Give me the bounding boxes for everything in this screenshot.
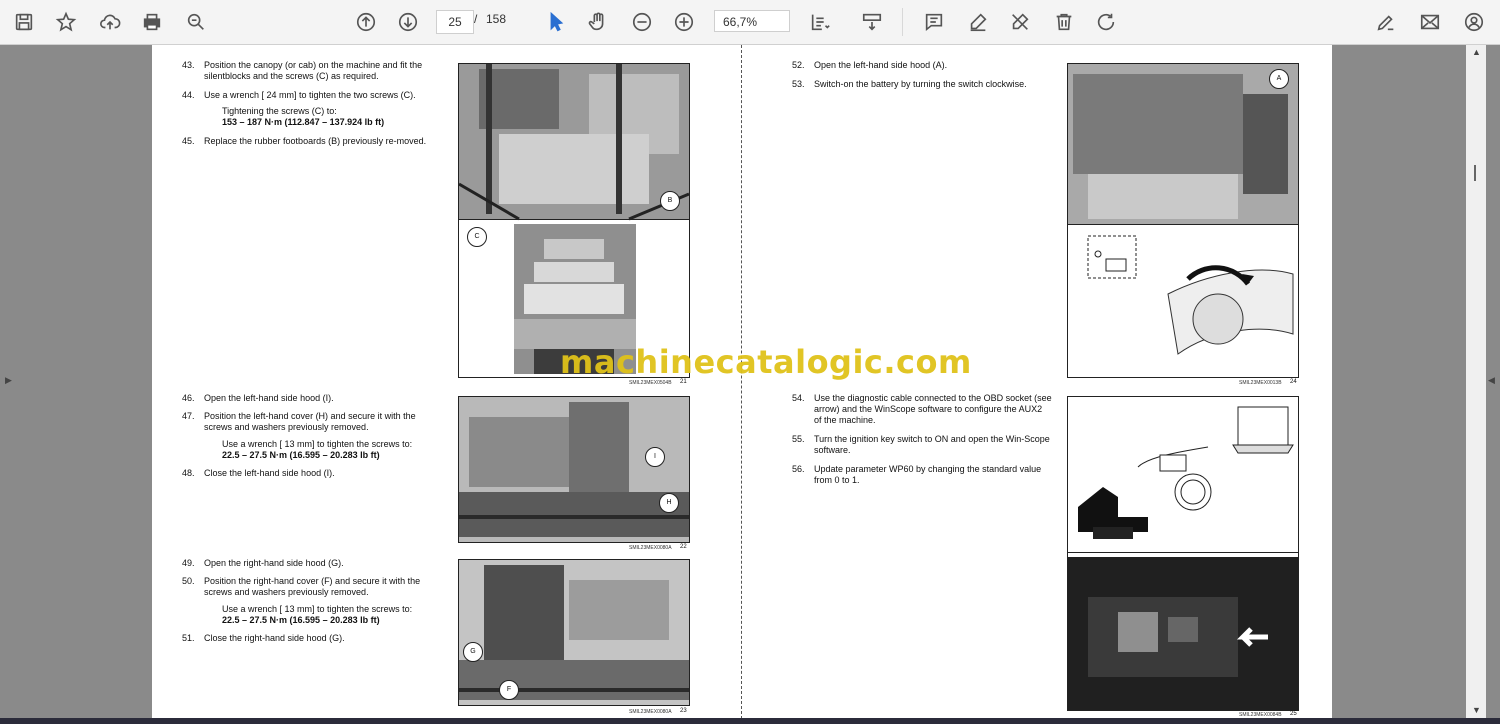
figure-22-number: 22 (680, 544, 687, 550)
step-53: 53. Switch-on the battery by turning the … (792, 79, 1027, 89)
page-down-icon[interactable] (394, 8, 422, 36)
fill-sign-icon[interactable] (1372, 8, 1400, 36)
expand-left-icon[interactable]: ▶ (5, 375, 12, 386)
figure-23-number: 23 (680, 708, 687, 714)
pointer-icon[interactable] (542, 8, 570, 36)
star-icon[interactable] (52, 8, 80, 36)
step-52: 52. Open the left-hand side hood (A). (792, 60, 948, 70)
step-44-torque-label: Tightening the screws (C) to: (222, 106, 337, 116)
step-44: 44. Use a wrench [ 24 mm] to tighten the … (182, 90, 416, 100)
step-45: 45. Replace the rubber footboards (B) pre… (182, 136, 427, 146)
page-separator: / (474, 12, 478, 26)
page-number-input[interactable]: 25 (436, 10, 474, 34)
scroll-mode-icon[interactable] (858, 8, 886, 36)
zoom-level-field[interactable]: 66,7% (714, 10, 790, 32)
comment-icon[interactable] (920, 8, 948, 36)
callout-g: G (463, 642, 483, 662)
step-47-torque-label: Use a wrench [ 13 mm] to tighten the scr… (222, 439, 413, 449)
step-50-torque-value: 22.5 – 27.5 N·m (16.595 – 20.283 lb ft) (222, 615, 380, 625)
step-50: 50. Position the right-hand cover (F) and… (182, 576, 421, 597)
figure-21: B C (458, 63, 690, 378)
document-page: 43. Position the canopy (or cab) on the m… (152, 45, 1332, 719)
figure-24-number: 24 (1290, 379, 1297, 385)
step-55: 55. Turn the ignition key switch to ON an… (792, 434, 1050, 455)
step-49: 49. Open the right-hand side hood (G). (182, 558, 344, 568)
hand-icon[interactable] (584, 8, 612, 36)
highlight-icon[interactable] (964, 8, 992, 36)
upload-icon[interactable] (96, 8, 124, 36)
callout-c: C (467, 227, 487, 247)
step-50-torque-label: Use a wrench [ 13 mm] to tighten the scr… (222, 604, 413, 614)
account-icon[interactable] (1460, 8, 1488, 36)
callout-h: H (659, 493, 679, 513)
vertical-scrollbar[interactable]: ▲ ▼ (1466, 45, 1486, 719)
figure-22-code: SMIL23MEX0080A (629, 545, 672, 551)
figure-23-code: SMIL23MEX0080A (629, 709, 672, 715)
zoom-search-icon[interactable] (182, 8, 210, 36)
delete-icon[interactable] (1050, 8, 1078, 36)
step-47: 47. Position the left-hand cover (H) and … (182, 411, 416, 432)
print-icon[interactable] (138, 8, 166, 36)
step-56: 56. Update parameter WP60 by changing the… (792, 464, 1042, 485)
callout-b: B (660, 191, 680, 211)
step-54: 54. Use the diagnostic cable connected to… (792, 393, 1052, 425)
scrollbar-thumb[interactable] (1474, 165, 1476, 181)
scroll-up-icon[interactable]: ▲ (1472, 47, 1481, 57)
zoom-out-icon[interactable] (628, 8, 656, 36)
toolbar: 25 / 158 66,7% (0, 0, 1500, 45)
step-51: 51. Close the right-hand side hood (G). (182, 633, 345, 643)
expand-right-icon[interactable]: ◀ (1488, 375, 1495, 386)
callout-f: F (499, 680, 519, 700)
step-44-torque-value: 153 – 187 N·m (112.847 – 137.924 lb ft) (222, 117, 385, 127)
figure-25-number: 25 (1290, 711, 1297, 717)
fit-page-icon[interactable] (806, 8, 834, 36)
figure-25 (1067, 396, 1299, 711)
sign-icon[interactable] (1006, 8, 1034, 36)
save-icon[interactable] (10, 8, 38, 36)
figure-23: G F (458, 559, 690, 706)
scroll-down-icon[interactable]: ▼ (1472, 705, 1481, 715)
step-43: 43. Position the canopy (or cab) on the m… (182, 60, 423, 81)
watermark: machinecatalogic.com (560, 343, 972, 381)
taskbar-strip (0, 718, 1500, 724)
step-46: 46. Open the left-hand side hood (I). (182, 393, 334, 403)
step-48: 48. Close the left-hand side hood (I). (182, 468, 335, 478)
page-total: 158 (486, 12, 507, 26)
callout-i: I (645, 447, 665, 467)
callout-a: A (1269, 69, 1289, 89)
left-panel-toggle[interactable]: ▶ (0, 45, 18, 719)
zoom-in-icon[interactable] (670, 8, 698, 36)
figure-24-code: SMIL23MEX0013B (1239, 380, 1282, 386)
page-divider (741, 45, 742, 719)
figure-22: I H (458, 396, 690, 543)
mail-icon[interactable] (1416, 8, 1444, 36)
step-47-torque-value: 22.5 – 27.5 N·m (16.595 – 20.283 lb ft) (222, 450, 380, 460)
rotate-icon[interactable] (1092, 8, 1120, 36)
figure-24: A (1067, 63, 1299, 378)
page-up-icon[interactable] (352, 8, 380, 36)
